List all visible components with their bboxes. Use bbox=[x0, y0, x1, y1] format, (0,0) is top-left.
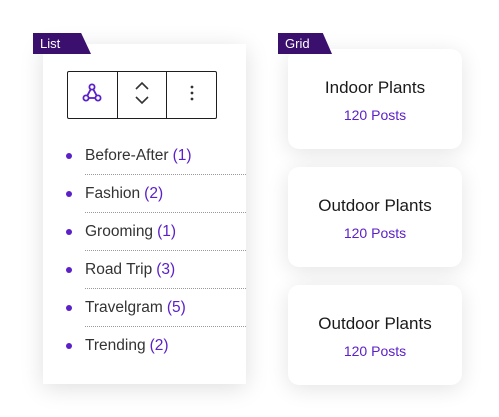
block-type-button[interactable] bbox=[68, 72, 118, 118]
bullet-icon bbox=[66, 191, 72, 197]
list-item-travelgram[interactable]: Travelgram (5) bbox=[43, 289, 246, 327]
category-list: Before-After (1) Fashion (2) Grooming (1) R… bbox=[43, 137, 246, 365]
list-item-trending[interactable]: Trending (2) bbox=[43, 327, 246, 365]
move-up-down-icon bbox=[133, 80, 151, 111]
list-item-grooming[interactable]: Grooming (1) bbox=[43, 213, 246, 251]
more-options-icon bbox=[189, 84, 195, 107]
list-item-count: (1) bbox=[172, 147, 192, 164]
list-item-label[interactable]: Trending bbox=[85, 337, 146, 355]
list-item-label[interactable]: Road Trip bbox=[85, 261, 152, 279]
list-item-count: (2) bbox=[149, 337, 169, 354]
card-post-count: 120 Posts bbox=[343, 107, 407, 123]
grid-card-outdoor-plants[interactable]: Outdoor Plants 120 Posts bbox=[288, 167, 462, 267]
move-up-down-button[interactable] bbox=[118, 72, 168, 118]
card-title: Outdoor Plants bbox=[318, 196, 432, 215]
list-item-label[interactable]: Fashion bbox=[85, 185, 140, 203]
bullet-icon bbox=[66, 305, 72, 311]
grid-label-tag: Grid bbox=[278, 33, 332, 54]
more-options-button[interactable] bbox=[167, 72, 216, 118]
list-item-label[interactable]: Grooming bbox=[85, 223, 153, 241]
list-panel: Before-After (1) Fashion (2) Grooming (1) R… bbox=[43, 44, 246, 384]
list-item-label[interactable]: Before-After bbox=[85, 147, 169, 165]
list-item-fashion[interactable]: Fashion (2) bbox=[43, 175, 246, 213]
block-toolbar bbox=[67, 71, 217, 119]
card-post-count: 120 Posts bbox=[343, 343, 407, 359]
list-item-count: (3) bbox=[156, 261, 176, 278]
list-item-count: (5) bbox=[166, 299, 186, 316]
list-item-road-trip[interactable]: Road Trip (3) bbox=[43, 251, 246, 289]
grid-card-indoor-plants[interactable]: Indoor Plants 120 Posts bbox=[288, 49, 462, 149]
grid-card-outdoor-plants-2[interactable]: Outdoor Plants 120 Posts bbox=[288, 285, 462, 385]
card-title: Indoor Plants bbox=[324, 78, 426, 97]
card-post-count: 120 Posts bbox=[343, 225, 407, 241]
bullet-icon bbox=[66, 229, 72, 235]
card-title: Outdoor Plants bbox=[318, 314, 432, 333]
list-item-before-after[interactable]: Before-After (1) bbox=[43, 137, 246, 175]
list-item-count: (1) bbox=[157, 223, 177, 240]
list-item-label[interactable]: Travelgram bbox=[85, 299, 163, 317]
bullet-icon bbox=[66, 153, 72, 159]
list-item-count: (2) bbox=[144, 185, 164, 202]
bullet-icon bbox=[66, 267, 72, 273]
bullet-icon bbox=[66, 343, 72, 349]
list-label-tag: List bbox=[33, 33, 91, 54]
block-type-icon bbox=[81, 82, 103, 109]
